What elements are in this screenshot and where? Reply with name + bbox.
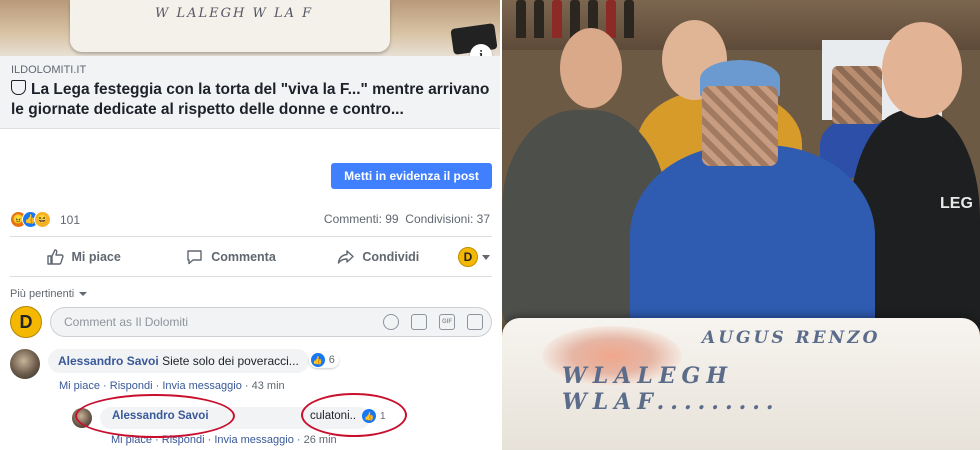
divider	[10, 236, 492, 237]
cake-writing-line2: WLALEGH	[562, 363, 734, 389]
page-avatar: D	[10, 306, 42, 338]
share-arrow-icon	[338, 250, 355, 264]
cake-inscription: W LALEGH W LA F	[155, 6, 314, 21]
blurred-face	[702, 86, 778, 166]
comment-reply-link[interactable]: Rispondi	[110, 380, 153, 392]
divider	[10, 276, 492, 277]
page-identity-selector[interactable]: D	[458, 247, 490, 267]
person-blue-fleece	[630, 145, 875, 345]
comment-text: Siete solo dei poveracci...	[162, 354, 299, 368]
cake-writing-line1: AUGUS RENZO	[702, 328, 881, 348]
post-actions-bar: Mi piace Commenta Condividi	[10, 243, 492, 271]
cake-writing-line3: WLAF.........	[562, 389, 780, 415]
haha-reaction-icon: 😆	[34, 211, 51, 228]
avatar[interactable]	[10, 349, 40, 379]
comment-composer: D Comment as Il Dolomiti GIF	[10, 306, 492, 338]
chevron-down-icon	[79, 292, 88, 296]
phone-in-photo	[450, 23, 498, 55]
red-highlight-circle-author	[75, 394, 235, 438]
comment-like-link[interactable]: Mi piace	[59, 380, 100, 392]
comment: Alessandro Savoi Siete solo dei poveracc…	[10, 349, 339, 379]
link-preview-meta[interactable]: ILDOLOMITI.IT La Lega festeggia con la t…	[0, 56, 500, 129]
person-head	[882, 22, 962, 118]
comment-message-link[interactable]: Invia messaggio	[162, 380, 242, 392]
shares-count[interactable]: Condivisioni: 37	[405, 212, 490, 226]
cake: AUGUS RENZO WLALEGH WLAF.........	[502, 318, 980, 450]
reaction-summary[interactable]: 😠 👍 😆 101	[10, 211, 80, 228]
comment-bubble-icon	[187, 250, 202, 265]
sort-label: Più pertinenti	[10, 288, 75, 300]
like-reaction-icon: 👍	[310, 353, 325, 367]
comment-like-count[interactable]: 👍 6	[308, 352, 339, 368]
emoji-icon[interactable]	[383, 314, 399, 330]
comment-bubble: Alessandro Savoi Siete solo dei poveracc…	[48, 349, 339, 373]
share-button[interactable]: Condividi	[305, 249, 452, 265]
comments-count[interactable]: Commenti: 99	[324, 212, 399, 226]
cake-thumbnail: W LALEGH W LA F	[70, 0, 390, 52]
red-highlight-circle-text	[301, 393, 407, 437]
cake-writing-main: WLALEGH WLAF.........	[562, 363, 780, 415]
comment-input[interactable]: Comment as Il Dolomiti GIF	[50, 307, 492, 337]
like-label: Mi piace	[71, 250, 121, 264]
link-preview-image[interactable]: W LALEGH W LA F	[0, 0, 500, 56]
sticker-icon[interactable]	[467, 314, 483, 330]
engagement-counts: Commenti: 99 Condivisioni: 37	[324, 212, 490, 226]
facebook-post-panel: W LALEGH W LA F i ILDOLOMITI.IT La Lega …	[0, 0, 500, 450]
comment-button[interactable]: Commenta	[157, 249, 304, 265]
boost-post-button[interactable]: Metti in evidenza il post	[331, 163, 492, 189]
cake-writing: AUGUS RENZO	[702, 328, 880, 348]
link-title-text: La Lega festeggia con la torta del "viva…	[11, 81, 490, 118]
link-domain: ILDOLOMITI.IT	[11, 64, 87, 76]
thumbs-up-icon	[46, 249, 64, 265]
share-label: Condividi	[362, 250, 420, 264]
comment-message-link[interactable]: Invia messaggio	[214, 434, 294, 446]
blurred-face	[832, 66, 882, 124]
party-photo: LEG AUGUS RENZO WLALEGH WLAF.........	[502, 0, 980, 450]
shield-icon	[11, 80, 26, 95]
page-avatar: D	[458, 247, 478, 267]
composer-tools: GIF	[371, 314, 483, 330]
like-button[interactable]: Mi piace	[10, 249, 157, 265]
gif-icon[interactable]: GIF	[439, 314, 455, 330]
comment-actions: Mi piace · Rispondi · Invia messaggio · …	[59, 380, 285, 392]
comment-timestamp[interactable]: 26 min	[304, 434, 337, 446]
chevron-down-icon	[482, 254, 490, 260]
comment-author[interactable]: Alessandro Savoi	[58, 354, 159, 368]
comment-placeholder: Comment as Il Dolomiti	[64, 315, 189, 329]
comment-label: Commenta	[211, 250, 276, 264]
camera-icon[interactable]	[411, 314, 427, 330]
comment-timestamp[interactable]: 43 min	[252, 380, 285, 392]
link-title[interactable]: La Lega festeggia con la torta del "viva…	[11, 80, 491, 120]
reaction-count[interactable]: 101	[60, 213, 80, 227]
shirt-logo: LEG	[940, 195, 973, 212]
comment-likes-value: 6	[328, 354, 335, 366]
comment-sort-selector[interactable]: Più pertinenti	[10, 288, 88, 300]
person-head	[560, 28, 622, 108]
